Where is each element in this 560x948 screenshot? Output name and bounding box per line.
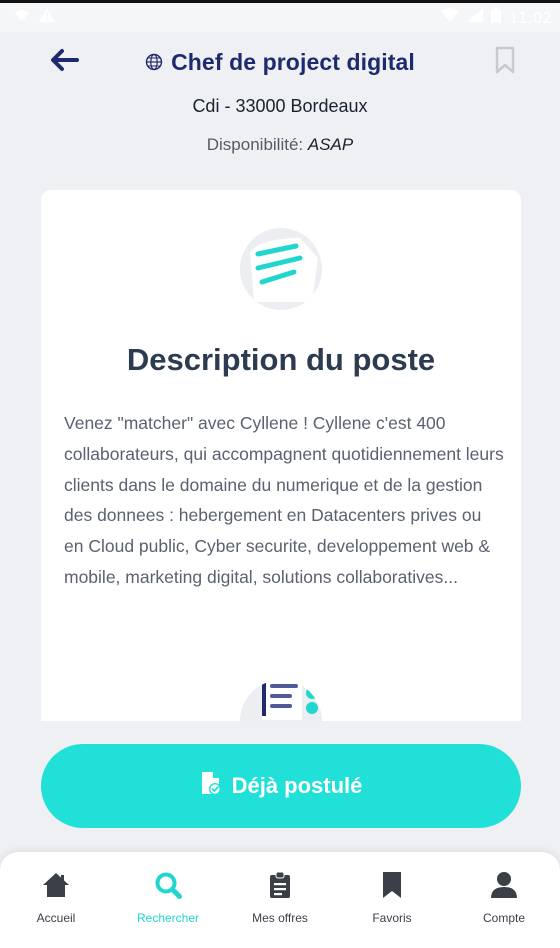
nav-item-favoris[interactable]: Favoris [336,870,448,948]
availability-value: ASAP [307,135,354,154]
availability: Disponibilité: ASAP [0,135,560,155]
wifi-icon [440,8,459,27]
job-description-card: Description du poste Venez "matcher" ave… [41,190,521,721]
nav-item-accueil[interactable]: Accueil [0,870,112,948]
availability-label: Disponibilité: [206,135,304,154]
nav-label: Rechercher [136,911,200,925]
user-icon [489,870,519,900]
status-bar: 11:02 [0,0,560,32]
home-icon [41,870,71,900]
search-icon [153,870,183,900]
section-title: Description du poste [126,342,436,377]
job-title-row: Chef de project digital [0,46,560,78]
file-check-icon [200,770,222,802]
bookmark-outline-icon [494,46,516,79]
nav-label: Compte [482,911,526,925]
warning-icon [38,7,56,28]
checklist-icon [240,680,322,721]
already-applied-label: Déjà postulé [231,773,363,798]
nav-label: Accueil [36,911,76,925]
bookmark-icon [377,870,407,900]
nav-label: Mes offres [252,911,308,925]
nav-item-rechercher[interactable]: Rechercher [112,870,224,948]
description-text: Venez "matcher" avec Cyllene ! Cyllene c… [64,413,504,587]
contract-location: Cdi - 33000 Bordeaux [192,96,368,116]
nav-item-mes-offres[interactable]: Mes offres [224,870,336,948]
battery-icon [490,7,501,28]
notification-icon [14,8,30,27]
page-title: Chef de project digital [171,48,415,75]
already-applied-button[interactable]: Déjà postulé [41,744,521,828]
bottom-navigation: Accueil Rechercher Mes offres Favoris Co… [0,852,560,948]
globe-icon [145,53,163,71]
document-lines-icon [240,228,322,310]
nav-label: Favoris [372,911,412,925]
bookmark-button[interactable] [490,46,520,78]
clipboard-icon [265,870,295,900]
nav-item-compte[interactable]: Compte [448,870,560,948]
signal-icon [466,8,483,27]
status-time: 11:02 [508,8,552,27]
